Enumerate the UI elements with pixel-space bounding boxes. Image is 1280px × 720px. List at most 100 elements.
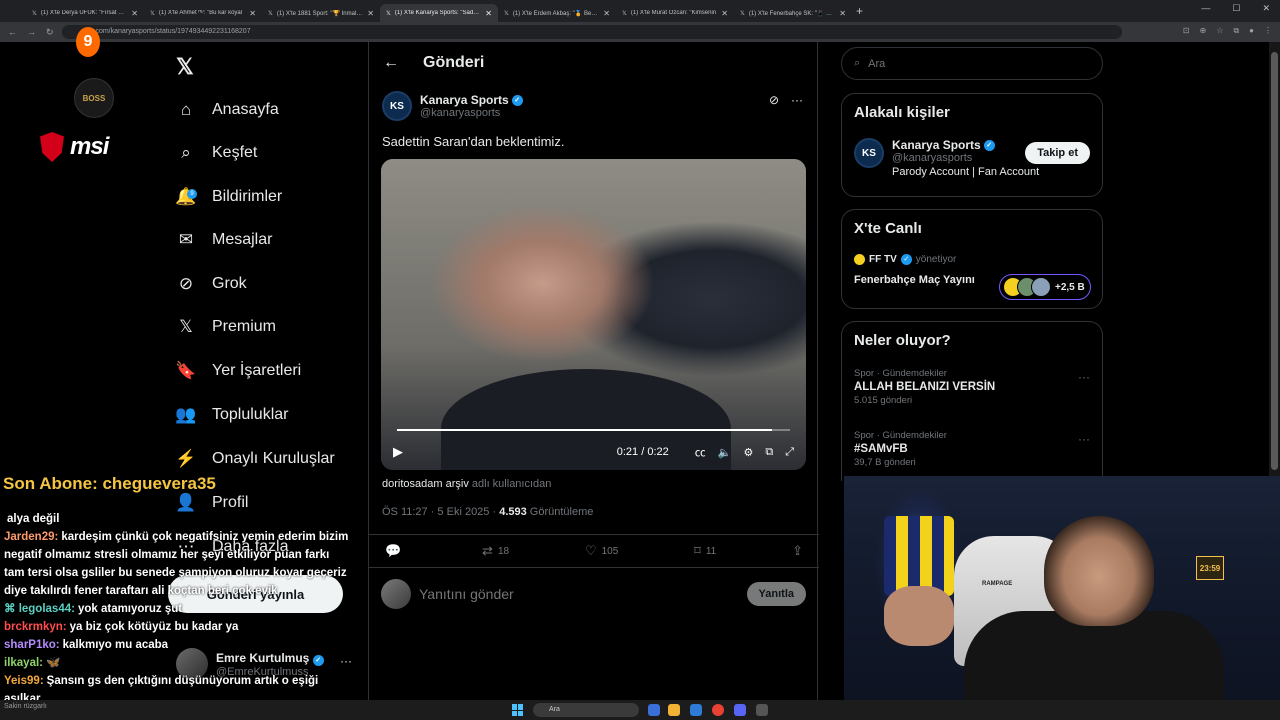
relevant-person[interactable]: KS Kanarya Sports ✓ @kanaryasports Parody…	[854, 138, 1039, 178]
verified-icon: ✓	[900, 254, 912, 265]
reply-button[interactable]: Yanıtla	[746, 582, 806, 606]
close-tab-icon[interactable]: ✕	[721, 9, 728, 18]
author-avatar[interactable]: KS	[382, 91, 412, 121]
browser-nav-buttons: ← → ↻	[0, 27, 54, 38]
browser-tab[interactable]: 𝕏 (1) X'te Erdem Akbaş: "🏅 Beşikt ✕	[498, 4, 616, 22]
browser-tab[interactable]: 𝕏 (1) X'te Murat Özcan: "Kimsenin ✕	[616, 4, 734, 22]
person-handle: @kanaryasports	[892, 152, 973, 164]
chat-username: ⌘ legolas44:	[4, 603, 75, 615]
url-field[interactable]: x.com/kanaryasports/status/1974934492231…	[62, 25, 1122, 39]
close-tab-icon[interactable]: ✕	[603, 9, 610, 18]
author-name[interactable]: Kanarya Sports ✓	[420, 93, 523, 107]
more-icon[interactable]: ···	[1078, 432, 1090, 446]
browser-tab[interactable]: 𝕏 (1) X'te Derya UFUK: "Fırsat biteve ✕	[26, 4, 144, 22]
back-arrow-icon[interactable]: ←	[383, 54, 399, 72]
video-progress-bar[interactable]	[397, 429, 790, 431]
x-logo-icon[interactable]: 𝕏	[176, 54, 194, 80]
like-action[interactable]: ♡ 105	[585, 543, 618, 559]
browser-tab[interactable]: 𝕏 (1) X'te Ahmet ᴴᴰ: "Bu kar koyal ✕	[144, 4, 262, 22]
volume-icon[interactable]: 🔈	[718, 446, 732, 459]
author-handle[interactable]: @kanaryasports	[420, 107, 523, 119]
search-icon: ⌕	[181, 143, 191, 162]
nav-item-6[interactable]: 🔖 Yer İşaretleri	[175, 356, 301, 386]
back-icon[interactable]: ←	[8, 27, 17, 38]
install-icon[interactable]: ⊡	[1183, 26, 1190, 36]
taskview-icon[interactable]	[648, 704, 660, 716]
live-listeners[interactable]: +2,5 B	[999, 274, 1091, 300]
webcam-streamer-face	[1044, 516, 1154, 626]
obs-icon[interactable]	[756, 704, 768, 716]
bookmark-action[interactable]: ⌑ 11	[694, 543, 716, 559]
close-tab-icon[interactable]: ✕	[485, 9, 492, 18]
profile-avatar-icon[interactable]: ●	[1249, 26, 1254, 36]
browser-tab-active[interactable]: 𝕏 (1) X'te Kanarya Sports: "Sadettin ✕	[380, 4, 498, 22]
chat-username: ilkayal:	[4, 657, 43, 669]
star-icon[interactable]: ☆	[1216, 26, 1223, 36]
captions-icon[interactable]: ㏄	[695, 444, 706, 460]
attribution-user[interactable]: doritosadam arşiv	[382, 478, 469, 490]
taskbar-weather: Sakin rüzgarlı	[4, 703, 47, 710]
forward-icon[interactable]: →	[27, 27, 36, 38]
live-card: X'te Canlı FF TV ✓ yönetiyor Fenerbahçe …	[841, 209, 1103, 309]
browser-tab[interactable]: 𝕏 (1) X'te 1881 Sport: "🏆 Inmalyın ✕	[262, 4, 380, 22]
bell-icon: 🔔 9	[175, 187, 197, 206]
close-window-icon[interactable]: ✕	[1262, 3, 1270, 14]
tweet-author[interactable]: KS Kanarya Sports ✓ @kanaryasports	[382, 91, 523, 121]
maximize-icon[interactable]: ☐	[1232, 3, 1240, 14]
retweet-action[interactable]: ⇄ 18	[482, 543, 509, 559]
page-title: Gönderi	[423, 54, 485, 71]
reply-input[interactable]	[419, 586, 719, 602]
taskbar-search[interactable]: Ara	[533, 703, 639, 717]
follow-button[interactable]: Takip et	[1025, 142, 1090, 164]
chrome-icon[interactable]	[712, 704, 724, 716]
pip-icon[interactable]: ⧉	[765, 446, 773, 459]
nav-item-7[interactable]: 👥 Topluluklar	[175, 400, 288, 430]
discord-icon[interactable]	[734, 704, 746, 716]
browser-tab[interactable]: 𝕏 (1) X'te Fenerbahçe SK: "📱 Son ✕	[734, 4, 852, 22]
view-count: 4.593	[499, 506, 527, 518]
search-input[interactable]: ⌕ Ara	[841, 47, 1103, 80]
windows-start-icon[interactable]	[512, 704, 524, 716]
close-tab-icon[interactable]: ✕	[839, 9, 846, 18]
home-icon: ⌂	[180, 100, 192, 119]
close-tab-icon[interactable]: ✕	[367, 9, 374, 18]
new-tab-button[interactable]: +	[856, 4, 863, 18]
minimize-icon[interactable]: —	[1201, 3, 1210, 14]
trend-item[interactable]: Spor · Gündemdekiler #SAMvFB 39,7 B gönd…	[854, 430, 947, 468]
page-header: ← Gönderi	[369, 42, 819, 84]
nav-item-5[interactable]: 𝕏 Premium	[176, 312, 276, 342]
nav-item-1[interactable]: ⌕ Keşfet	[176, 138, 257, 168]
close-tab-icon[interactable]: ✕	[131, 9, 138, 18]
settings-gear-icon[interactable]: ⚙	[743, 446, 753, 459]
share-action[interactable]: ⇪	[792, 543, 803, 559]
nav-item-8[interactable]: ⚡ Onaylı Kuruluşlar	[175, 444, 334, 474]
tweet-timestamp[interactable]: ÖS 11:27 · 5 Eki 2025 ·	[382, 506, 496, 518]
extensions-icon[interactable]: ⧉	[1233, 26, 1239, 36]
menu-icon[interactable]: ⋮	[1264, 26, 1272, 36]
zoom-icon[interactable]: ⊕	[1200, 26, 1207, 36]
x-favicon-icon: 𝕏	[150, 10, 155, 17]
nav-item-0[interactable]: ⌂ Anasayfa	[176, 95, 279, 125]
more-icon[interactable]: ···	[791, 93, 803, 107]
person-name: Kanarya Sports ✓	[892, 138, 1039, 152]
webcam-clock: 23:59	[1196, 556, 1224, 580]
nav-item-4[interactable]: ⊘ Grok	[176, 269, 247, 299]
live-host[interactable]: FF TV ✓ yönetiyor	[854, 254, 956, 265]
trend-item[interactable]: Spor · Gündemdekiler ALLAH BELANIZI VERS…	[854, 368, 995, 406]
video-player[interactable]: ▶ 0:21 / 0:22 ㏄ 🔈 ⚙ ⧉ ⤢	[381, 159, 806, 470]
more-icon[interactable]: ···	[1078, 370, 1090, 384]
store-icon[interactable]	[690, 704, 702, 716]
nav-item-2[interactable]: 🔔 9 Bildirimler	[175, 182, 282, 212]
nav-item-3[interactable]: ✉ Mesajlar	[176, 225, 273, 255]
author-avatar[interactable]: KS	[854, 138, 884, 168]
play-icon[interactable]: ▶	[393, 444, 403, 460]
grok-icon[interactable]: ⊘	[769, 93, 779, 107]
file-explorer-icon[interactable]	[668, 704, 680, 716]
communities-icon: 👥	[175, 405, 197, 424]
reload-icon[interactable]: ↻	[46, 27, 54, 38]
close-tab-icon[interactable]: ✕	[249, 9, 256, 18]
scrollbar-thumb[interactable]	[1271, 52, 1278, 470]
fullscreen-icon[interactable]: ⤢	[785, 446, 794, 459]
live-event-title[interactable]: Fenerbahçe Maç Yayını	[854, 274, 975, 286]
reply-action[interactable]: 💬	[385, 543, 406, 559]
